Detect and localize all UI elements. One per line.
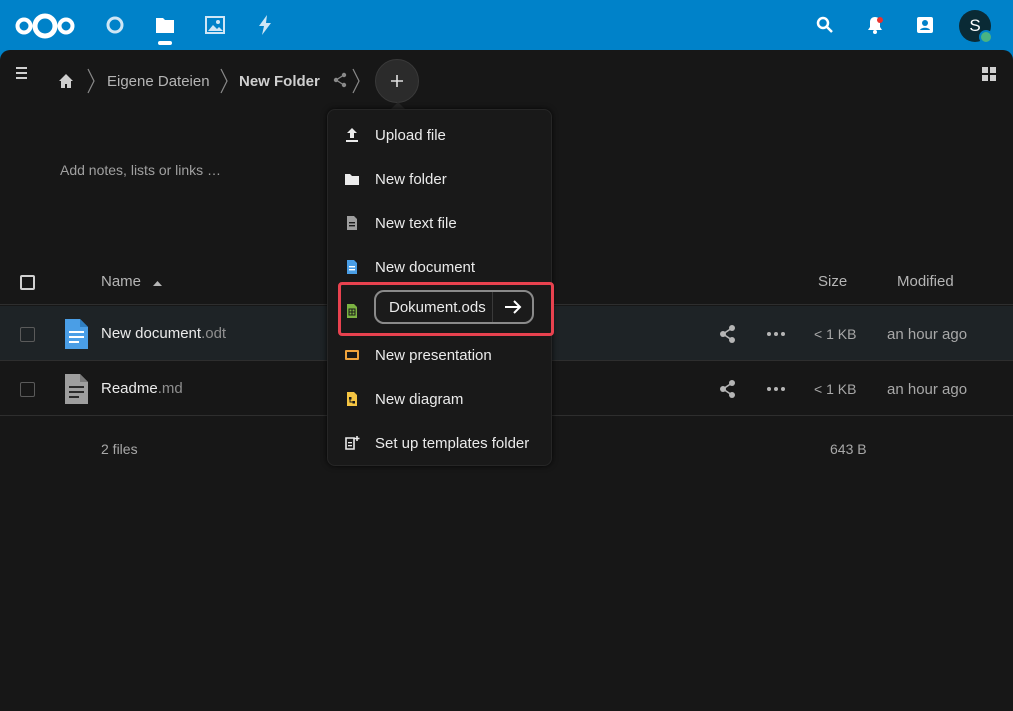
photos-icon[interactable] — [199, 9, 231, 41]
share-icon[interactable] — [332, 72, 348, 88]
search-icon[interactable] — [809, 9, 841, 41]
share-icon[interactable] — [718, 324, 738, 344]
file-name[interactable]: New document.odt — [101, 325, 226, 342]
diagram-icon — [347, 392, 357, 406]
share-icon[interactable] — [718, 379, 738, 399]
templates-icon — [345, 436, 360, 450]
online-status-icon — [979, 30, 993, 44]
breadcrumb-separator-icon — [87, 68, 95, 94]
menu-item-label: Set up templates folder — [375, 435, 530, 452]
bell-icon[interactable] — [859, 9, 891, 41]
column-name[interactable]: Name — [101, 273, 141, 290]
notification-badge — [877, 17, 883, 23]
text-file-icon — [65, 374, 88, 404]
text-file-icon — [347, 216, 357, 230]
menu-item-new-text-file[interactable]: New text file — [328, 201, 553, 245]
more-options-icon[interactable] — [766, 324, 786, 344]
file-size: < 1 KB — [814, 326, 857, 342]
grid-view-icon[interactable] — [981, 66, 997, 82]
upload-icon — [346, 128, 358, 142]
contacts-icon[interactable] — [909, 9, 941, 41]
row-checkbox[interactable] — [20, 382, 35, 397]
new-button[interactable] — [375, 59, 419, 103]
column-size[interactable]: Size — [818, 273, 847, 290]
menu-item-label: New text file — [375, 215, 457, 232]
menu-item-label: New diagram — [375, 391, 464, 408]
document-icon — [347, 260, 357, 274]
file-modified: an hour ago — [887, 381, 968, 398]
file-modified: an hour ago — [887, 326, 968, 343]
menu-item-label: New presentation — [375, 347, 492, 364]
breadcrumb-new-folder[interactable]: New Folder — [239, 72, 320, 92]
presentation-icon — [345, 350, 359, 360]
plus-icon — [391, 75, 403, 87]
document-icon — [65, 319, 88, 349]
breadcrumb-separator-icon — [352, 68, 360, 94]
menu-item-templates-folder[interactable]: Set up templates folder — [328, 421, 553, 465]
menu-item-new-diagram[interactable]: New diagram — [328, 377, 553, 421]
menu-item-label: New document — [375, 259, 476, 276]
annotation-highlight-box — [338, 282, 554, 336]
activity-icon[interactable] — [249, 9, 281, 41]
menu-item-upload-file[interactable]: Upload file — [328, 113, 553, 157]
file-size: < 1 KB — [814, 381, 857, 397]
more-options-icon[interactable] — [766, 379, 786, 399]
file-count-summary: 2 files — [101, 441, 138, 457]
nextcloud-logo-icon[interactable] — [14, 12, 76, 40]
row-checkbox[interactable] — [20, 327, 35, 342]
menu-item-new-presentation[interactable]: New presentation — [328, 333, 553, 377]
column-modified[interactable]: Modified — [897, 273, 954, 290]
hamburger-menu-icon[interactable] — [12, 64, 32, 82]
folder-icon — [345, 174, 359, 185]
breadcrumb-separator-icon — [220, 68, 228, 94]
home-icon[interactable] — [58, 73, 74, 89]
total-size-summary: 643 B — [830, 441, 867, 457]
top-header: S — [0, 0, 1013, 50]
file-name[interactable]: Readme.md — [101, 380, 183, 397]
menu-item-new-folder[interactable]: New folder — [328, 157, 553, 201]
menu-item-label: Upload file — [375, 127, 446, 144]
folder-notes-placeholder[interactable]: Add notes, lists or links … — [60, 162, 221, 178]
menu-item-label: New folder — [375, 171, 447, 188]
select-all-checkbox[interactable] — [20, 275, 35, 290]
breadcrumb-eigene-dateien[interactable]: Eigene Dateien — [107, 72, 210, 92]
files-app: Eigene Dateien New Folder Add notes, lis… — [0, 50, 1013, 711]
dashboard-icon[interactable] — [99, 9, 131, 41]
sort-ascending-icon — [153, 281, 162, 286]
active-app-indicator — [158, 41, 172, 45]
files-icon[interactable] — [149, 9, 181, 41]
